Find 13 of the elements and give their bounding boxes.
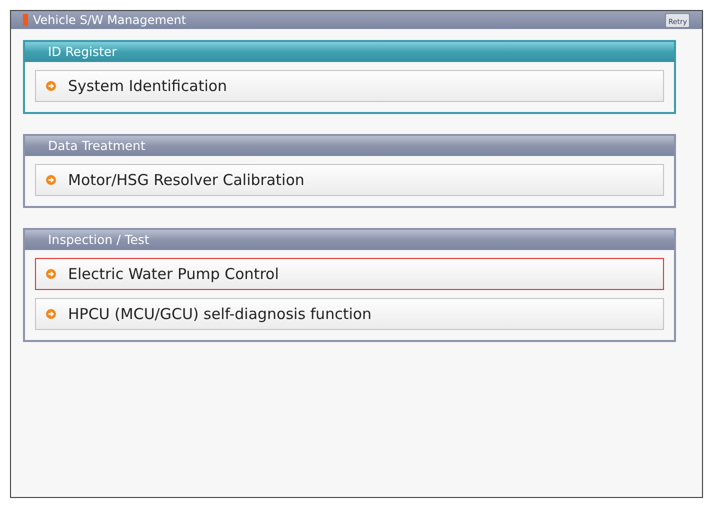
arrow-icon — [46, 175, 56, 185]
arrow-icon — [46, 81, 56, 91]
menu-item[interactable]: Electric Water Pump Control — [35, 258, 664, 290]
menu-item[interactable]: System Identification — [35, 70, 664, 102]
menu-item[interactable]: Motor/HSG Resolver Calibration — [35, 164, 664, 196]
window-title: Vehicle S/W Management — [33, 14, 186, 26]
title-marker-icon — [23, 14, 28, 26]
section-header: ID Register — [25, 42, 674, 62]
arrow-icon — [46, 309, 56, 319]
section-header: Inspection / Test — [25, 230, 674, 250]
arrow-icon — [46, 269, 56, 279]
menu-item[interactable]: HPCU (MCU/GCU) self-diagnosis function — [35, 298, 664, 330]
section-header: Data Treatment — [25, 136, 674, 156]
